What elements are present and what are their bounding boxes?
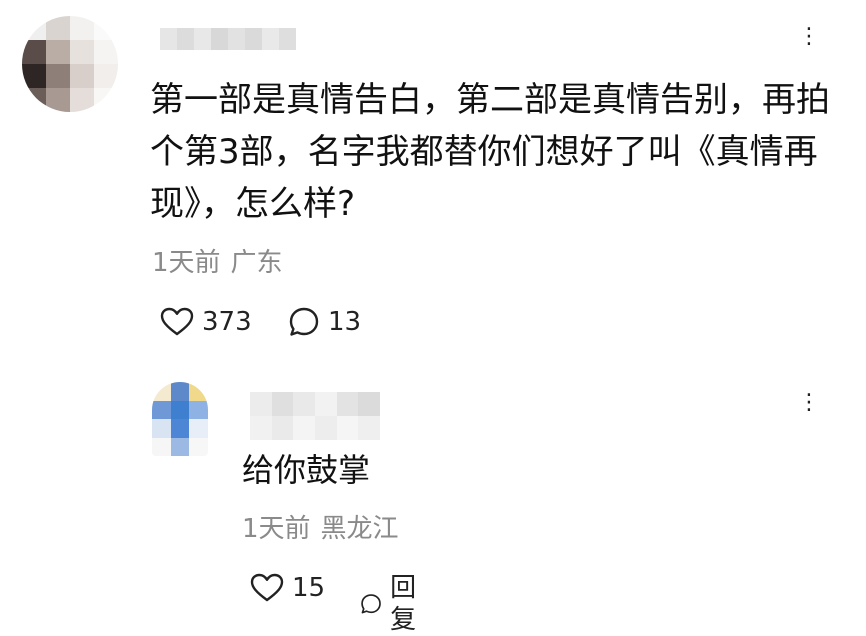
reply-avatar[interactable] <box>152 382 208 456</box>
comment-meta: 1天前 广东 <box>152 247 283 279</box>
reply-label: 回复 <box>390 573 417 635</box>
username-blurred[interactable] <box>160 28 296 50</box>
like-button[interactable]: 373 <box>160 306 252 338</box>
speech-bubble-icon <box>361 594 381 614</box>
reply-time: 1天前 <box>242 514 311 544</box>
heart-icon <box>250 573 284 602</box>
reply-like-count: 15 <box>292 573 326 603</box>
like-count: 373 <box>202 307 252 337</box>
more-icon[interactable]: ⋮ <box>798 26 822 48</box>
reply-text: 给你鼓掌 <box>242 451 371 489</box>
reply-like-button[interactable]: 15 <box>250 572 325 604</box>
reply-reply-button[interactable]: 回复 <box>360 572 426 636</box>
comment-location: 广东 <box>230 248 283 278</box>
comment-time: 1天前 <box>152 248 221 278</box>
heart-icon <box>160 307 194 336</box>
comment-text: 第一部是真情告白，第二部是真情告别，再拍个第3部，名字我都替你们想好了叫《真情再… <box>150 80 830 224</box>
reply-meta: 1天前 黑龙江 <box>242 513 399 545</box>
reply-location: 黑龙江 <box>320 514 399 544</box>
reply-count: 13 <box>328 307 362 337</box>
reply-button[interactable]: 13 <box>288 306 361 338</box>
reply-username-blurred[interactable] <box>250 392 380 440</box>
reply-more-icon[interactable]: ⋮ <box>798 392 822 414</box>
avatar[interactable] <box>22 16 118 112</box>
speech-bubble-icon <box>289 307 319 336</box>
